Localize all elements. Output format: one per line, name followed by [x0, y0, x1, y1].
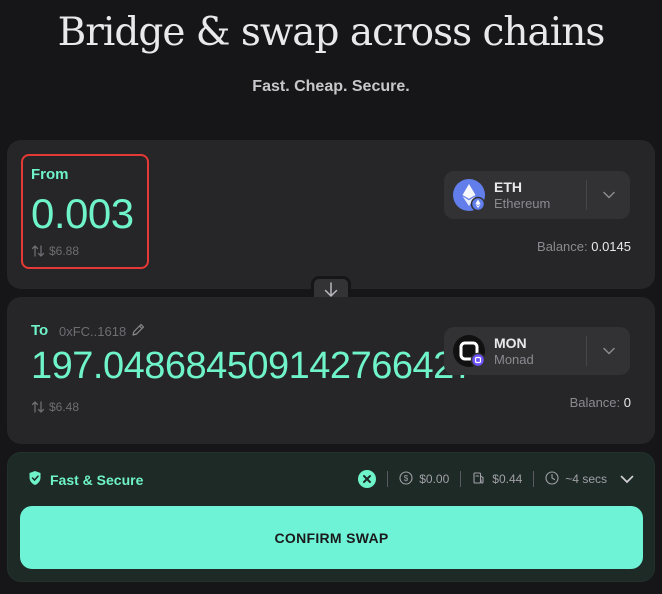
from-card: From 0.003 $6.88 ETH Ethereum Balance: 0… [7, 140, 655, 289]
to-label: To [31, 322, 49, 339]
recipient-address[interactable]: 0xFC..1618 [59, 323, 145, 340]
protocol-fee-value: $0.00 [419, 472, 450, 486]
gas-pump-icon [472, 471, 486, 488]
route-type: Fast & Secure [28, 470, 143, 489]
to-token-selector[interactable]: MON Monad [444, 327, 630, 375]
from-token-symbol: ETH [494, 179, 522, 195]
svg-text:$: $ [404, 474, 409, 483]
from-balance-label: Balance: [537, 239, 592, 254]
route-label: Fast & Secure [50, 471, 144, 488]
to-card: To 0xFC..1618 197.048684509142766427 $6.… [7, 297, 655, 444]
provider-x-icon [358, 470, 377, 488]
shield-check-icon [28, 470, 42, 489]
hero-subtitle: Fast. Cheap. Secure. [252, 78, 410, 95]
to-balance-label: Balance: [569, 395, 624, 410]
from-usd-text: $6.88 [49, 244, 80, 258]
from-amount-input[interactable]: 0.003 [31, 190, 134, 238]
gas-fee: $0.44 [461, 471, 533, 488]
from-token-chain: Ethereum [494, 196, 551, 211]
from-usd-value[interactable]: $6.88 [31, 244, 79, 258]
from-token-selector[interactable]: ETH Ethereum [444, 171, 630, 219]
from-label: From [31, 166, 69, 183]
to-amount: 197.048684509142766427 [31, 345, 475, 387]
swap-units-icon [31, 244, 45, 258]
hero-title: Bridge & swap across chains [57, 10, 606, 55]
to-token-chain: Monad [494, 352, 534, 367]
monad-icon [453, 335, 486, 368]
from-balance: Balance: 0.0145 [537, 239, 631, 254]
recipient-address-text: 0xFC..1618 [59, 324, 127, 339]
route-panel: Fast & Secure $ $0.00 $0.44 ~4 secs CONF… [7, 452, 655, 582]
to-usd-text: $6.48 [49, 400, 80, 414]
to-balance: Balance: 0 [570, 395, 631, 410]
chevron-down-icon [587, 191, 630, 199]
estimated-time: ~4 secs [534, 470, 618, 488]
confirm-swap-button[interactable]: CONFIRM SWAP [20, 506, 643, 569]
protocol-fee: $ $0.00 [388, 470, 460, 488]
chevron-down-icon [587, 347, 630, 355]
gas-fee-value: $0.44 [492, 472, 523, 486]
route-stats[interactable]: $ $0.00 $0.44 ~4 secs [347, 468, 634, 490]
swap-units-icon [31, 400, 45, 414]
clock-icon [545, 470, 559, 488]
to-balance-value: 0 [623, 395, 631, 410]
dollar-circle-icon: $ [399, 470, 413, 488]
to-usd-value[interactable]: $6.48 [31, 400, 79, 414]
chevron-down-icon[interactable] [620, 475, 634, 484]
bridge-provider [347, 470, 387, 488]
ethereum-icon [453, 179, 486, 212]
to-token-symbol: MON [494, 335, 527, 351]
from-balance-value: 0.0145 [591, 239, 631, 254]
pencil-icon[interactable] [131, 323, 145, 340]
estimated-time-value: ~4 secs [565, 472, 607, 486]
